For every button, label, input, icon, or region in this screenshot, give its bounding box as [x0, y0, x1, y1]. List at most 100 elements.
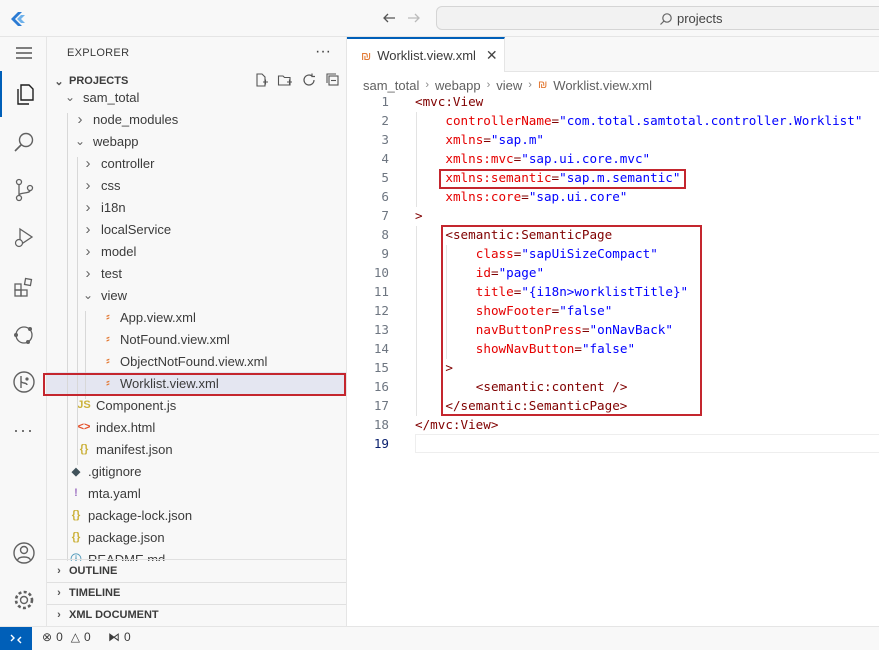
- code-token: showNavButton: [475, 341, 575, 356]
- chevron-right-icon: ›: [85, 198, 91, 216]
- more-views-button[interactable]: ···: [0, 407, 47, 453]
- line-number: 14: [373, 341, 389, 356]
- tree-file[interactable]: {} package-lock.json: [47, 504, 346, 526]
- command-center-search[interactable]: projects: [436, 6, 879, 30]
- line-number: 5: [381, 170, 389, 185]
- code-editor[interactable]: 1 <mvc:View 2 controllerName="com.total.sam…: [347, 93, 879, 623]
- tree-file[interactable]: {} manifest.json: [47, 438, 346, 460]
- collapse-all-icon[interactable]: [325, 72, 341, 88]
- tree-item-label: sam_total: [83, 91, 140, 105]
- breadcrumb-item[interactable]: sam_total: [363, 78, 419, 93]
- back-arrow-icon[interactable]: [381, 10, 397, 26]
- code-token: "sapUiSizeCompact": [521, 246, 658, 261]
- error-count: 0: [56, 630, 63, 644]
- new-file-icon[interactable]: [253, 72, 269, 88]
- tree-folder[interactable]: › test: [47, 262, 346, 284]
- code-token: =: [581, 322, 590, 337]
- ports-indicator[interactable]: ⧑ 0: [108, 630, 131, 644]
- magnifier-icon: [13, 132, 33, 152]
- new-folder-icon[interactable]: [277, 72, 293, 88]
- tree-folder[interactable]: › i18n: [47, 196, 346, 218]
- search-button[interactable]: [0, 120, 47, 166]
- tree-item-label: NotFound.view.xml: [120, 331, 230, 347]
- tree-folder[interactable]: › controller: [47, 152, 346, 174]
- tree-file[interactable]: {} package.json: [47, 526, 346, 548]
- code-line: xmlns="sap.m": [415, 132, 544, 147]
- explorer-button[interactable]: [0, 71, 47, 117]
- tree-item-label: Component.js: [96, 397, 177, 413]
- xml-file-icon: ₪: [537, 79, 548, 91]
- breadcrumb-item[interactable]: Worklist.view.xml: [553, 78, 652, 93]
- tree-item-label: test: [101, 265, 122, 281]
- code-token: "com.total.samtotal.controller.Worklist": [559, 113, 863, 128]
- tree-file[interactable]: ⸗ ObjectNotFound.view.xml: [47, 350, 346, 372]
- code-token: =: [521, 189, 529, 204]
- line-number: 19: [373, 436, 389, 451]
- tree-file[interactable]: ◆ .gitignore: [47, 460, 346, 482]
- chevron-right-icon: ›: [85, 220, 91, 238]
- tree-file[interactable]: ! mta.yaml: [47, 482, 346, 504]
- code-token: navButtonPress: [475, 322, 582, 337]
- forward-arrow-icon[interactable]: [406, 10, 422, 26]
- chevron-right-icon: ›: [57, 609, 61, 621]
- explorer-more-actions[interactable]: ···: [315, 43, 331, 61]
- git-graph-button[interactable]: [0, 359, 47, 405]
- breadcrumb-item[interactable]: view: [496, 78, 522, 93]
- tree-folder[interactable]: › model: [47, 240, 346, 262]
- status-bar: ⊗ 0 △ 0 ⧑ 0: [0, 626, 879, 650]
- extensions-button[interactable]: [0, 265, 47, 311]
- remote-explorer-button[interactable]: [0, 312, 47, 358]
- code-token: title: [475, 284, 514, 299]
- tree-folder[interactable]: ⌄ webapp: [47, 130, 346, 152]
- json-file-icon: {}: [71, 531, 81, 543]
- xml-document-section-header[interactable]: › XML DOCUMENT: [47, 604, 346, 626]
- tree-folder[interactable]: ⌄ view: [47, 284, 346, 306]
- timeline-section-header[interactable]: › TIMELINE: [47, 582, 346, 604]
- code-token: <semantic:content />: [475, 379, 628, 394]
- account-icon: [12, 542, 35, 564]
- chevron-right-icon: ›: [85, 154, 91, 172]
- code-token: >: [445, 360, 453, 375]
- tree-folder[interactable]: › localService: [47, 218, 346, 240]
- xml-document-label: XML DOCUMENT: [69, 609, 159, 621]
- remote-indicator[interactable]: [0, 627, 32, 650]
- chevron-right-icon: ›: [85, 264, 91, 282]
- xml-file-icon: ⸗: [106, 311, 110, 323]
- manage-button[interactable]: [0, 577, 47, 623]
- tab-worklist-view-xml[interactable]: ₪ Worklist.view.xml ✕: [347, 37, 505, 72]
- tree-folder[interactable]: › node_modules: [47, 108, 346, 130]
- yaml-file-icon: !: [74, 487, 78, 499]
- git-file-icon: ◆: [71, 465, 81, 478]
- chevron-down-icon: ⌄: [64, 91, 76, 104]
- tree-folder[interactable]: ⌄ sam_total: [47, 91, 346, 108]
- breadcrumb-item[interactable]: webapp: [435, 78, 481, 93]
- accounts-button[interactable]: [0, 530, 47, 576]
- tree-folder[interactable]: › css: [47, 174, 346, 196]
- tree-file[interactable]: JS Component.js: [47, 394, 346, 416]
- code-token: xmlns:semantic: [445, 170, 552, 185]
- projects-actions: [253, 72, 341, 88]
- code-token: "onNavBack": [589, 322, 673, 337]
- title-bar: projects: [0, 0, 879, 37]
- close-icon[interactable]: ✕: [486, 47, 498, 64]
- source-control-button[interactable]: [0, 167, 47, 213]
- tree-file[interactable]: ⸗ App.view.xml: [47, 306, 346, 328]
- projects-section-header[interactable]: ⌄ PROJECTS: [47, 70, 346, 92]
- tree-item-label: App.view.xml: [120, 309, 196, 325]
- outline-section-header[interactable]: › OUTLINE: [47, 560, 346, 582]
- tree-item-label: css: [101, 177, 121, 193]
- code-token: <semantic:SemanticPage: [445, 227, 613, 242]
- menu-button[interactable]: [0, 30, 47, 76]
- tree-item-label: index.html: [96, 419, 156, 435]
- refresh-icon[interactable]: [301, 72, 317, 88]
- extensions-icon: [13, 277, 32, 297]
- editor-tabs: ₪ Worklist.view.xml ✕: [347, 37, 879, 72]
- tree-file[interactable]: ⸗ NotFound.view.xml: [47, 328, 346, 350]
- tree-file[interactable]: <> index.html: [47, 416, 346, 438]
- problems-indicator[interactable]: ⊗ 0 △ 0: [42, 630, 91, 644]
- chevron-right-icon: ›: [85, 176, 91, 194]
- code-token: controllerName: [445, 113, 552, 128]
- run-debug-button[interactable]: [0, 214, 47, 260]
- files-icon: [16, 84, 34, 105]
- line-number: 16: [373, 379, 389, 394]
